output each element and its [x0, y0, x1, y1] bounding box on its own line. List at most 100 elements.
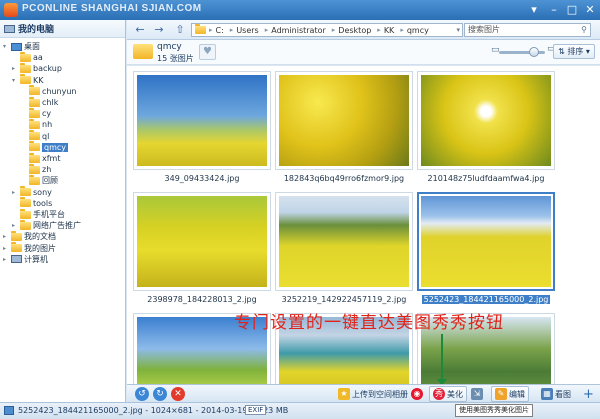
expander-icon[interactable]: ▸ [3, 245, 9, 252]
sort-button[interactable]: ⇅ 排序 ▾ [553, 44, 595, 59]
sidebar-item-8[interactable]: ql [21, 130, 49, 142]
thumbnail-size-slider[interactable] [499, 47, 545, 57]
address-bar[interactable]: ▸ C: ▸ Users ▸ Administrator ▸ Desktop ▸ KK ▸ qmcy ▾ [191, 23, 463, 37]
thumbnail-image[interactable] [421, 75, 551, 166]
sidebar-item-5[interactable]: chlk [21, 96, 58, 108]
sidebar-item-label: nh [42, 120, 53, 130]
sidebar-item-label: cy [42, 109, 52, 119]
expander-icon[interactable]: ▸ [12, 189, 18, 196]
sidebar-item-label: aa [33, 53, 43, 63]
sidebar-item-label: 手机平台 [33, 210, 65, 219]
breadcrumb-separator-icon: ▸ [229, 26, 234, 34]
sidebar-item-13[interactable]: ▸ sony [12, 186, 52, 198]
expander-icon[interactable]: ▸ [12, 65, 18, 72]
expander-icon[interactable]: ▾ [12, 77, 18, 84]
sidebar-item-1[interactable]: aa [12, 51, 43, 63]
weibo-share-button[interactable]: ◉ [407, 386, 427, 402]
breadcrumb-separator-icon: ▸ [264, 26, 269, 34]
back-button[interactable]: ← [133, 23, 147, 37]
breadcrumb-5[interactable]: ▸ qmcy [397, 26, 432, 35]
folder-icon [20, 51, 31, 62]
sidebar-item-9[interactable]: qmcy [21, 141, 69, 153]
folder-icon [29, 107, 40, 118]
expander-icon[interactable]: ▸ [12, 222, 18, 229]
sidebar-item-14[interactable]: tools [12, 197, 52, 209]
thumbnail-item[interactable]: 210148z75ludfdaamfwa4.jpg [417, 71, 555, 186]
search-icon[interactable]: ⚲ [581, 24, 587, 36]
thumbnail-frame[interactable] [275, 192, 413, 291]
annotation-text: 专门设置的一键直达美图秀秀按钮 [234, 313, 504, 333]
breadcrumb-1[interactable]: ▸ Users [227, 26, 262, 35]
minimize-button[interactable]: – [546, 2, 562, 17]
folder-icon [29, 163, 40, 174]
thumbnail-image[interactable] [279, 75, 409, 166]
exif-button[interactable]: EXIF [245, 405, 267, 415]
rotate-right-button[interactable]: ↻ [153, 387, 167, 401]
sidebar-item-4[interactable]: chunyun [21, 85, 76, 97]
add-button[interactable]: + [579, 386, 598, 402]
view-button[interactable]: ▦ 看图 [537, 386, 575, 402]
thumbnail-image[interactable] [421, 196, 551, 287]
breadcrumb-0[interactable]: ▸ C: [206, 26, 227, 35]
sidebar-item-7[interactable]: nh [21, 118, 53, 130]
thumbnail-image[interactable] [279, 196, 409, 287]
thumbnail-frame[interactable] [417, 192, 555, 291]
sidebar-item-11[interactable]: zh [21, 163, 51, 175]
thumbnail-frame[interactable] [133, 71, 271, 170]
sidebar-header[interactable]: 我的电脑 [0, 20, 125, 38]
favorite-button[interactable]: ♥ [199, 44, 216, 60]
expander-icon[interactable]: ▸ [3, 256, 9, 263]
thumbnail-item[interactable]: 3252219_142922457119_2.jpg [275, 192, 413, 307]
sidebar-item-18[interactable]: ▸ 我的图片 [3, 242, 56, 254]
sidebar-item-19[interactable]: ▸ 计算机 [3, 254, 48, 265]
sidebar-item-0[interactable]: ▾ 桌面 [3, 41, 40, 52]
sidebar-item-6[interactable]: cy [21, 107, 52, 119]
thumbnail-item[interactable]: 5252423_184421165000_2.jpg [417, 192, 555, 307]
breadcrumb-4[interactable]: ▸ KK [374, 26, 397, 35]
breadcrumb-2[interactable]: ▸ Administrator [262, 26, 329, 35]
thumbnail-image[interactable] [137, 75, 267, 166]
forward-button[interactable]: → [152, 23, 166, 37]
search-input[interactable]: 搜索图片 ⚲ [464, 23, 591, 37]
sidebar-item-3[interactable]: ▾ KK [12, 74, 44, 86]
drive-icon [195, 24, 206, 34]
sidebar-item-2[interactable]: ▸ backup [12, 62, 62, 74]
meitu-beautify-button[interactable]: 秀 美化 [429, 386, 467, 402]
sidebar-item-label: 回顾 [42, 176, 58, 186]
thumbnail-frame[interactable] [133, 192, 271, 291]
thumbnail-image[interactable] [137, 196, 267, 287]
delete-button[interactable]: ✕ [171, 387, 185, 401]
breadcrumb-label: Administrator [271, 25, 326, 35]
meitu-icon: 秀 [433, 388, 445, 400]
crop-button[interactable]: ⇲ [467, 386, 487, 402]
up-folder-button[interactable]: ⇧ [173, 23, 187, 37]
expander-icon[interactable]: ▾ [3, 43, 9, 50]
upload-album-label: 上传到空间相册 [352, 389, 408, 399]
upload-album-button[interactable]: ★ 上传到空间相册 [334, 386, 412, 402]
thumbnail-item[interactable]: 182843q6bq49rro6fzmor9.jpg [275, 71, 413, 186]
folder-header: qmcy 15 张图片 ♥ ▭ ▭ ⇅ 排序 ▾ [127, 40, 600, 65]
sidebar-item-12[interactable]: 回顾 [21, 174, 58, 186]
maximize-button[interactable]: □ [564, 2, 580, 17]
sidebar-item-17[interactable]: ▸ 我的文档 [3, 230, 56, 242]
breadcrumb-separator-icon: ▸ [331, 26, 336, 34]
thumbnail-item[interactable]: 349_09433424.jpg [133, 71, 271, 186]
sidebar-item-label: 网络广告推广 [33, 221, 81, 231]
star-icon: ★ [338, 388, 350, 400]
thumbnail-frame[interactable] [417, 71, 555, 170]
menu-button[interactable]: ▾ [526, 2, 542, 17]
zoom-out-icon[interactable]: ▭ [491, 45, 500, 55]
sidebar-item-16[interactable]: ▸ 网络广告推广 [12, 219, 81, 231]
edit-button[interactable]: ✎ 编辑 [491, 386, 529, 402]
sidebar-item-15[interactable]: 手机平台 [12, 208, 65, 220]
rotate-left-button[interactable]: ↺ [135, 387, 149, 401]
sidebar-item-10[interactable]: xfmt [21, 152, 60, 164]
close-button[interactable]: ✕ [582, 2, 598, 17]
breadcrumb-3[interactable]: ▸ Desktop [329, 26, 375, 35]
thumbnail-item[interactable]: 2398978_184228013_2.jpg [133, 192, 271, 307]
sidebar-item-label: qmcy [42, 142, 69, 152]
expander-icon[interactable]: ▸ [3, 233, 9, 240]
address-dropdown-icon[interactable]: ▾ [456, 26, 460, 34]
thumbnail-frame[interactable] [275, 71, 413, 170]
slider-knob[interactable] [528, 47, 539, 57]
